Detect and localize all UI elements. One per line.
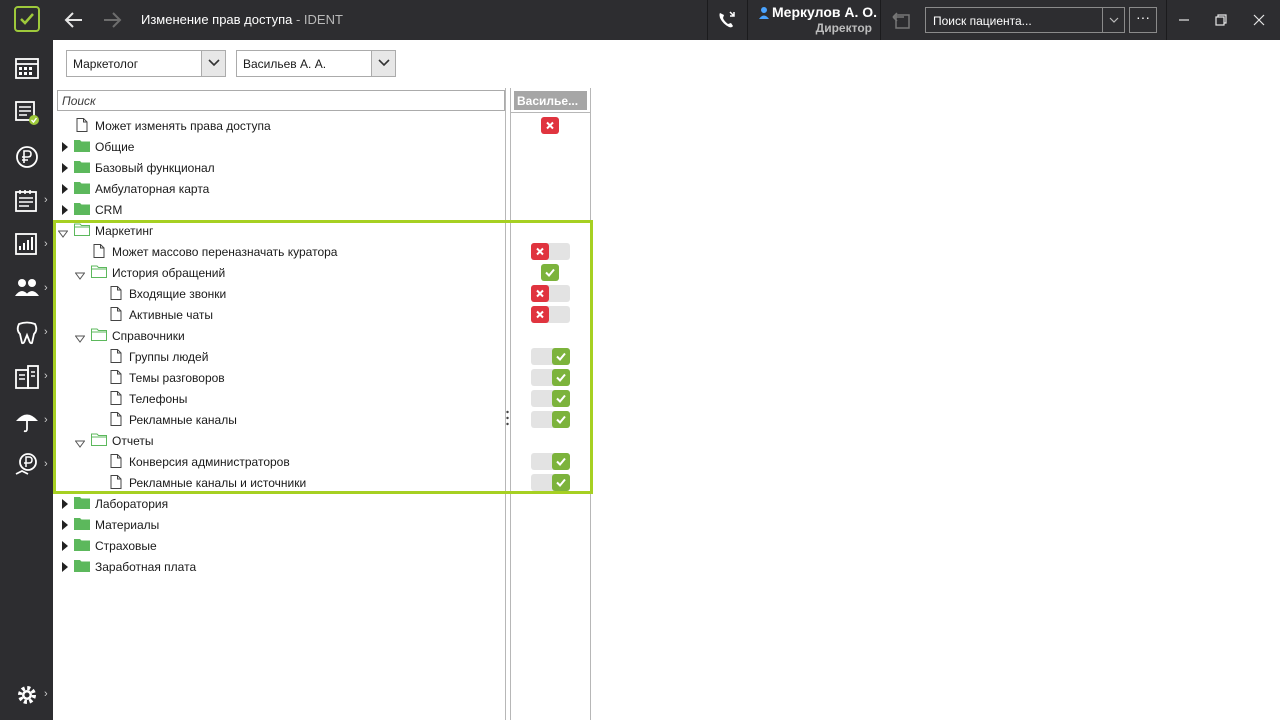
role-select[interactable]: Маркетолог <box>66 50 226 77</box>
ident-logo-icon[interactable] <box>14 6 40 32</box>
header-divider <box>511 112 591 113</box>
folder-icon <box>74 517 90 533</box>
tree-item-label: Может изменять права доступа <box>95 119 271 133</box>
tree-item-label: Материалы <box>95 518 160 532</box>
tree-item-group[interactable]: CRM <box>55 199 505 220</box>
tree-item-label: Общие <box>95 140 135 154</box>
expand-arrow-icon[interactable] <box>61 498 69 512</box>
sidebar-item-settings[interactable]: › <box>0 674 53 714</box>
sidebar-item-teeth[interactable]: › <box>0 312 53 352</box>
ruble-coin-icon <box>16 146 38 168</box>
tree-item-group[interactable]: Заработная плата <box>55 556 505 577</box>
expand-arrow-icon[interactable] <box>61 141 69 155</box>
lab-icon <box>15 365 39 389</box>
tree-item-label: Лаборатория <box>95 497 169 511</box>
patients-icon <box>15 279 39 296</box>
sidebar-item-insurance[interactable]: › <box>0 400 53 440</box>
chevron-down-icon[interactable] <box>201 51 225 76</box>
salary-icon <box>15 453 37 475</box>
forward-arrow-icon[interactable] <box>101 9 123 31</box>
folder-icon <box>74 538 90 554</box>
tree-item-group[interactable]: Страховые <box>55 535 505 556</box>
tree-item-label: Страховые <box>95 539 157 553</box>
close-icon[interactable] <box>1249 10 1269 30</box>
chevron-down-icon[interactable] <box>371 51 395 76</box>
file-icon <box>76 118 88 135</box>
more-button[interactable]: ··· <box>1129 7 1157 33</box>
tree-item-label: Заработная плата <box>95 560 197 574</box>
phone-call-icon[interactable] <box>716 10 738 30</box>
expand-arrow-icon[interactable] <box>61 162 69 176</box>
tree-item-group[interactable]: Лаборатория <box>55 493 505 514</box>
tree-item-group[interactable]: Амбулаторная карта <box>55 178 505 199</box>
gear-icon <box>18 686 36 704</box>
tree-item-label: Амбулаторная карта <box>95 182 210 196</box>
employee-select[interactable]: Васильев А. А. <box>236 50 396 77</box>
divider <box>1166 0 1167 40</box>
expand-arrow-icon[interactable] <box>61 519 69 533</box>
history-icon[interactable] <box>890 9 912 31</box>
expand-arrow-icon[interactable] <box>61 561 69 575</box>
user-icon <box>759 7 769 19</box>
schedule-icon <box>15 58 39 79</box>
sidebar-item-tasks[interactable] <box>0 92 53 132</box>
back-arrow-icon[interactable] <box>63 9 85 31</box>
sidebar-item-reports[interactable]: › <box>0 224 53 264</box>
user-role: Директор <box>815 21 872 35</box>
folder-icon <box>74 160 90 176</box>
divider <box>747 0 748 40</box>
column-header-employee[interactable]: Василье... <box>514 91 587 110</box>
restore-icon[interactable] <box>1211 10 1231 30</box>
tree-item-group[interactable]: Общие <box>55 136 505 157</box>
folder-icon <box>74 202 90 218</box>
tree-search-input[interactable]: Поиск <box>57 90 505 111</box>
folder-icon <box>74 181 90 197</box>
folder-icon <box>74 139 90 155</box>
sidebar-item-finance[interactable] <box>0 136 53 176</box>
highlight-frame <box>53 220 593 494</box>
patient-search-input[interactable]: Поиск пациента... <box>925 7 1125 33</box>
expand-arrow-icon[interactable] <box>61 540 69 554</box>
expand-arrow-icon[interactable] <box>61 183 69 197</box>
divider <box>707 0 708 40</box>
umbrella-icon <box>16 414 38 433</box>
title-bar: Изменение прав доступа - IDENT Меркулов … <box>0 0 1280 40</box>
tree-item-permission[interactable]: Может изменять права доступа <box>55 115 505 136</box>
tree-item-label: CRM <box>95 203 123 217</box>
minimize-icon[interactable] <box>1174 10 1194 30</box>
window-title: Изменение прав доступа - IDENT <box>141 12 343 27</box>
tree-item-group[interactable]: Базовый функционал <box>55 157 505 178</box>
folder-icon <box>74 559 90 575</box>
reports-icon <box>15 233 37 255</box>
user-name[interactable]: Меркулов А. О. <box>772 4 877 20</box>
sidebar: › › › › › › › › <box>0 40 53 720</box>
sidebar-item-schedule[interactable] <box>0 48 53 88</box>
documents-icon <box>15 190 37 212</box>
expand-arrow-icon[interactable] <box>61 204 69 218</box>
tooth-icon <box>16 321 38 345</box>
permission-denied-icon[interactable] <box>541 117 559 134</box>
divider <box>880 0 881 40</box>
chevron-down-icon[interactable] <box>1102 8 1124 32</box>
tree-item-group[interactable]: Материалы <box>55 514 505 535</box>
sidebar-item-patients[interactable]: › <box>0 268 53 308</box>
sidebar-item-lab[interactable]: › <box>0 356 53 396</box>
folder-icon <box>74 496 90 512</box>
tree-item-label: Базовый функционал <box>95 161 215 175</box>
sidebar-item-documents[interactable]: › <box>0 180 53 220</box>
tasks-icon <box>15 101 39 125</box>
sidebar-item-salary[interactable]: › <box>0 444 53 484</box>
